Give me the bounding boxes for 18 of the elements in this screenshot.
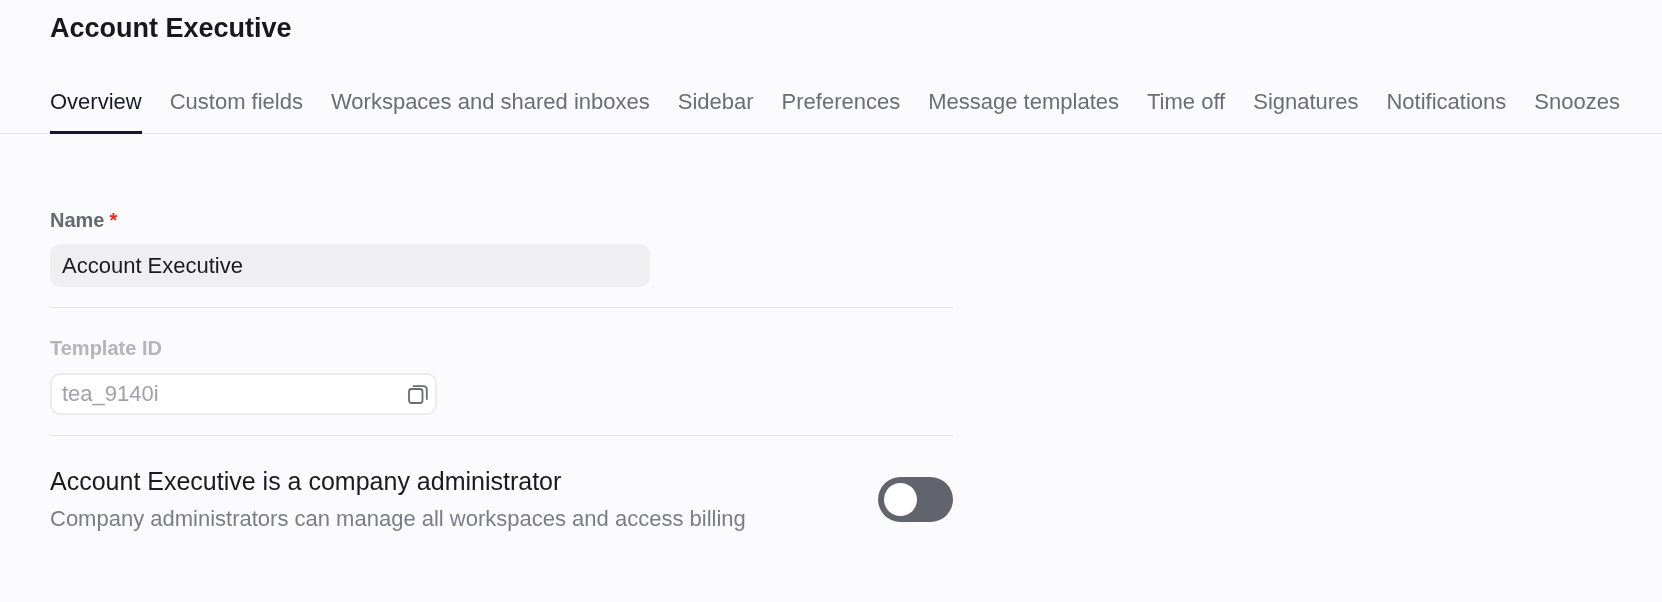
page-title: Account Executive [50,12,292,44]
tab[interactable]: Notifications [1386,88,1507,134]
tab[interactable]: Signatures [1253,88,1359,134]
tab[interactable]: Workspaces and shared inboxes [330,88,650,134]
field-label: Name [50,208,105,232]
setting-description: Company administrators can manage all workspaces and access billing [50,505,746,533]
toggle-switch[interactable] [878,477,953,522]
tab[interactable]: Custom fields [169,88,303,134]
field-label: Template ID [50,336,162,360]
tab[interactable]: Overview [50,88,142,134]
tab[interactable]: Time off [1147,88,1226,134]
name-input[interactable]: Account Executive [50,244,650,287]
required-asterisk: * [109,208,118,232]
setting-title: Account Executive is a company administrator [50,466,562,496]
tab[interactable]: Preferences [781,88,901,134]
tab[interactable]: Message templates [928,88,1119,134]
tab[interactable]: Snoozes [1534,88,1620,134]
tab[interactable]: Sidebar [677,88,754,134]
